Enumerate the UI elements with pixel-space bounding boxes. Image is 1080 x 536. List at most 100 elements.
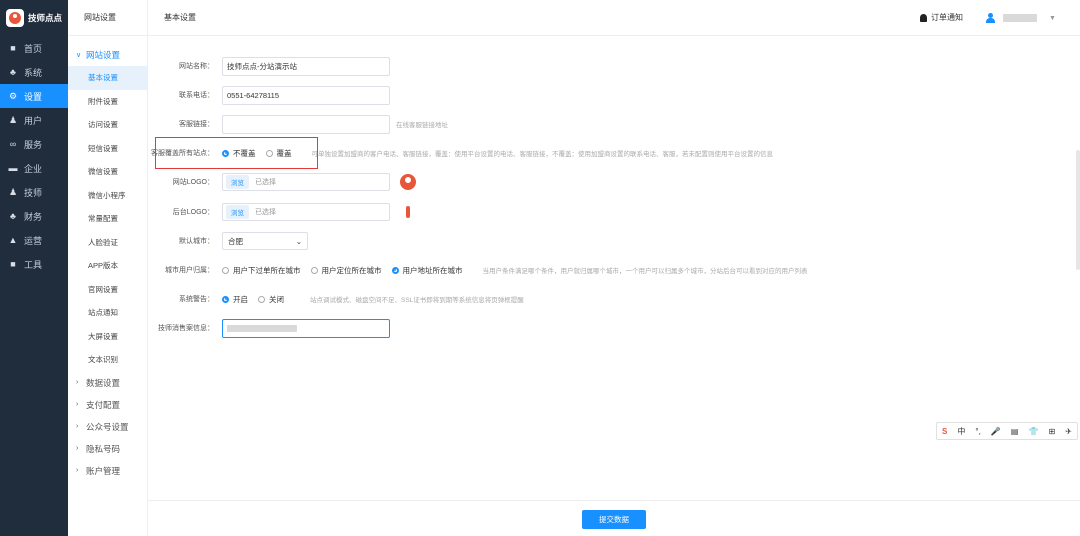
nav-label: 工具 (24, 259, 43, 270)
group-0[interactable]: › 数据设置 (68, 372, 147, 394)
row-default-city: 默认城市： 合肥 ⌄ (148, 231, 308, 251)
service-link-hint: 在线客服链接地址 (396, 122, 448, 129)
site-name-label: 网站名称： (179, 63, 214, 70)
radio-unchecked-icon (310, 266, 318, 274)
sub-item-12[interactable]: 文本识别 (68, 348, 147, 372)
nav-item-8[interactable]: ▲ 运营 (0, 228, 68, 252)
upload-status: 已选择 (255, 179, 276, 186)
monitor-icon: ■ (10, 43, 16, 53)
scrollbar[interactable] (1076, 150, 1080, 270)
ime-item-icon[interactable]: 中 (957, 426, 965, 437)
ime-toolbar[interactable]: S 中 °, 🎤 ▤ 👕 ⊞ ✈ (936, 422, 1078, 440)
order-notice[interactable]: 订单通知 (920, 0, 963, 36)
row-tech-invite: 技师消售案信息： (148, 318, 390, 338)
city-belong-label: 城市用户归属： (165, 267, 214, 274)
chevron-right-icon: › (76, 445, 79, 452)
radio-order-city[interactable]: 用户下过单所在城市 (222, 265, 301, 276)
sub-item-2[interactable]: 访问设置 (68, 113, 147, 137)
group-1[interactable]: › 支付配置 (68, 394, 147, 416)
nav-label: 系统 (24, 67, 43, 78)
nav-item-5[interactable]: ▬ 企业 (0, 156, 68, 180)
ime-item-icon[interactable]: °, (975, 427, 980, 436)
sub-item-11[interactable]: 大屏设置 (68, 325, 147, 349)
nav-label: 技师 (24, 187, 43, 198)
brand[interactable]: 技师点点 (0, 0, 68, 36)
service-link-input[interactable] (222, 114, 390, 134)
site-logo-upload[interactable]: 浏览 已选择 (222, 173, 390, 191)
sub-item-1[interactable]: 附件设置 (68, 90, 147, 114)
group-label: 网站设置 (86, 50, 121, 60)
sub-item-3[interactable]: 短信设置 (68, 137, 147, 161)
radio-address-city[interactable]: 用户地址所在城市 (391, 265, 463, 276)
highlight-box (155, 137, 318, 169)
ime-item-icon[interactable]: ▤ (1011, 427, 1019, 436)
sub-item-10[interactable]: 站点通知 (68, 301, 147, 325)
nav-item-1[interactable]: ♣ 系统 (0, 60, 68, 84)
user-menu[interactable]: ▼ (986, 0, 1056, 36)
nav-item-9[interactable]: ■ 工具 (0, 252, 68, 276)
nav-item-7[interactable]: ♣ 财务 (0, 204, 68, 228)
nav-label: 财务 (24, 211, 43, 222)
chevron-right-icon: › (76, 401, 79, 408)
chevron-right-icon: › (76, 467, 79, 474)
site-logo-preview (400, 174, 416, 190)
row-service-link: 客服链接： 在线客服链接地址 (148, 114, 448, 134)
ime-item-icon[interactable]: 👕 (1028, 427, 1038, 436)
site-name-input[interactable] (222, 56, 390, 76)
chart-icon: ▲ (8, 235, 18, 245)
phone-input[interactable] (222, 85, 390, 105)
sub-item-5[interactable]: 微信小程序 (68, 184, 147, 208)
group-label: 公众号设置 (86, 421, 129, 432)
brand-name: 技师点点 (28, 13, 63, 23)
radio-label: 用户地址所在城市 (402, 265, 463, 275)
submit-button[interactable]: 提交数据 (582, 510, 646, 529)
ime-item-icon[interactable]: 🎤 (991, 427, 1001, 436)
select-value: 合肥 (228, 236, 243, 246)
nav-label: 服务 (24, 139, 43, 150)
radio-warning-on[interactable]: 开启 (222, 294, 248, 305)
tech-invite-input[interactable] (222, 318, 390, 338)
nav-item-2[interactable]: ⚙ 设置 (0, 84, 68, 108)
admin-logo-preview (406, 206, 410, 218)
radio-label: 关闭 (269, 294, 284, 304)
sub-item-0[interactable]: 基本设置 (68, 66, 147, 90)
brand-logo (6, 9, 24, 27)
nav-item-3[interactable]: ♟ 用户 (0, 108, 68, 132)
sub-item-6[interactable]: 常量配置 (68, 207, 147, 231)
radio-unchecked-icon (258, 295, 265, 303)
ime-item-icon[interactable]: S (942, 427, 947, 436)
nav-item-4[interactable]: ∞ 服务 (0, 132, 68, 156)
radio-label: 用户定位所在城市 (321, 265, 382, 275)
nav-label: 企业 (24, 163, 43, 174)
user-name-blurred (1003, 14, 1037, 22)
row-admin-logo: 后台LOGO： 浏览 已选择 (148, 202, 410, 222)
ime-item-icon[interactable]: ⊞ (1048, 427, 1055, 436)
user-icon: ♟ (8, 114, 18, 125)
top-bar: 基本设置 订单通知 ▼ (148, 0, 1080, 36)
sub-menu: 网站设置 ∨ 网站设置 基本设置 附件设置 访问设置 短信设置 微信设置 微信小程序 常量配… (68, 0, 148, 536)
toolbox-icon: ■ (10, 259, 16, 269)
radio-warning-off[interactable]: 关闭 (258, 294, 284, 305)
site-logo-label: 网站LOGO： (172, 179, 214, 186)
building-icon: ▬ (8, 163, 18, 173)
sitemap-icon: ♣ (10, 67, 16, 77)
nav-item-6[interactable]: ♟ 技师 (0, 180, 68, 204)
nav-item-0[interactable]: ■ 首页 (0, 36, 68, 60)
footer-bar: 提交数据 (148, 500, 1080, 536)
admin-logo-upload[interactable]: 浏览 已选择 (222, 203, 390, 221)
browse-button[interactable]: 浏览 (226, 175, 249, 189)
group-3[interactable]: › 隐私号码 (68, 438, 147, 460)
link-icon: ∞ (9, 139, 17, 149)
sub-item-7[interactable]: 人脸验证 (68, 231, 147, 255)
sub-item-4[interactable]: 微信设置 (68, 160, 147, 184)
sub-item-9[interactable]: 官网设置 (68, 278, 147, 302)
sub-item-8[interactable]: APP版本 (68, 254, 147, 278)
default-city-select[interactable]: 合肥 ⌄ (222, 232, 308, 250)
ime-item-icon[interactable]: ✈ (1065, 427, 1072, 436)
phone-label: 联系电话： (179, 92, 214, 99)
radio-location-city[interactable]: 用户定位所在城市 (310, 265, 382, 276)
group-4[interactable]: › 账户管理 (68, 460, 147, 482)
group-site-settings[interactable]: ∨ 网站设置 (68, 44, 147, 66)
browse-button[interactable]: 浏览 (226, 205, 249, 219)
group-2[interactable]: › 公众号设置 (68, 416, 147, 438)
